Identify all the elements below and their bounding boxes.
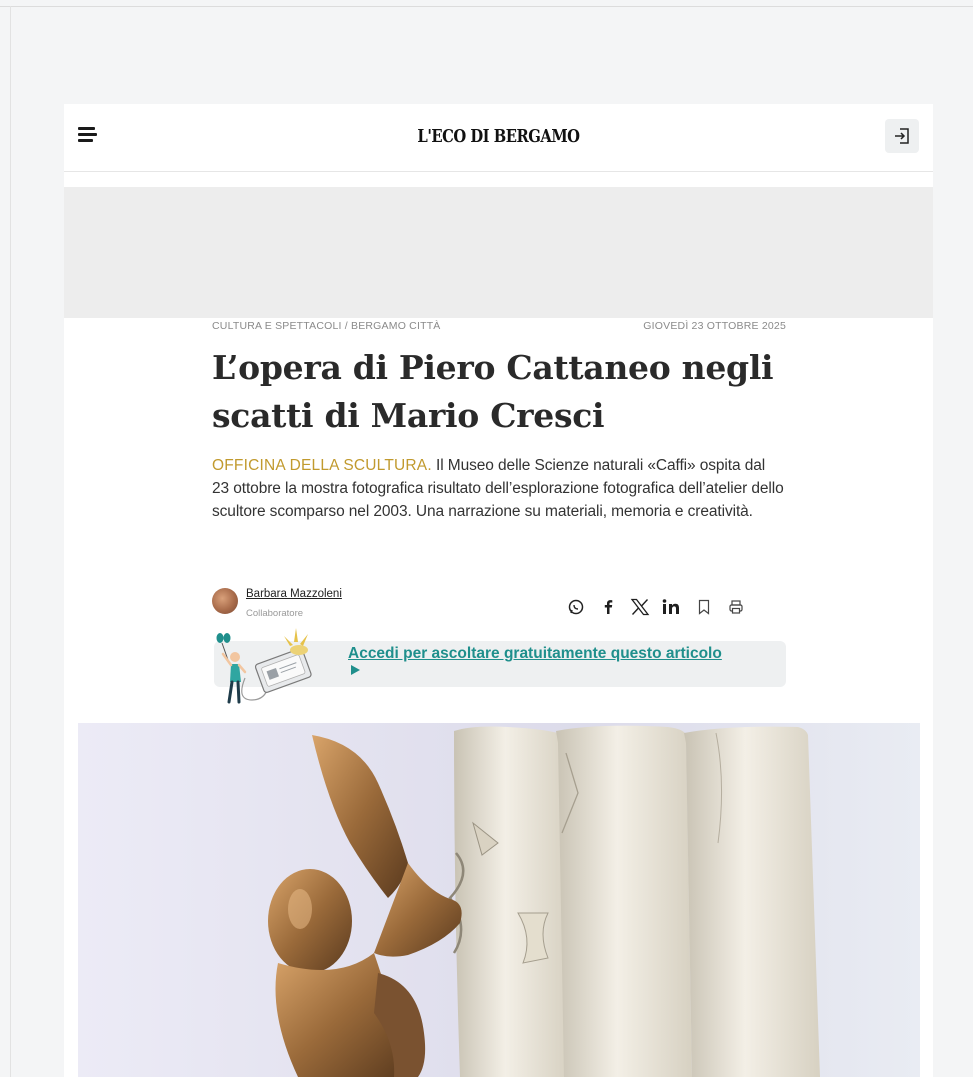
article-page: L'ECO DI BERGAMO CULTURA E SPETTACOLI / … bbox=[64, 104, 933, 1077]
author-block: Barbara Mazzoleni Collaboratore bbox=[212, 588, 452, 624]
site-logo[interactable]: L'ECO DI BERGAMO bbox=[142, 126, 855, 147]
site-header: L'ECO DI BERGAMO bbox=[64, 104, 933, 172]
article-summary: OFFICINA DELLA SCULTURA. Il Museo delle … bbox=[212, 454, 786, 523]
advertisement-slot bbox=[64, 187, 933, 318]
author-name[interactable]: Barbara Mazzoleni bbox=[246, 588, 342, 600]
publish-date: GIOVEDÌ 23 OTTOBRE 2025 bbox=[643, 320, 786, 332]
facebook-icon[interactable] bbox=[596, 595, 620, 619]
section-breadcrumb[interactable]: CULTURA E SPETTACOLI / BERGAMO CITTÀ bbox=[212, 320, 441, 332]
author-role: Collaboratore bbox=[246, 608, 304, 619]
share-bar bbox=[564, 594, 748, 620]
login-button[interactable] bbox=[885, 119, 919, 153]
print-icon[interactable] bbox=[724, 595, 748, 619]
bookmark-icon[interactable] bbox=[692, 595, 716, 619]
article-title: L’opera di Piero Cattaneo negli scatti d… bbox=[212, 348, 774, 435]
audio-link-label: Accedi per ascoltare gratuitamente quest… bbox=[348, 645, 722, 662]
sculpture-photo bbox=[78, 723, 920, 1077]
hero-image[interactable] bbox=[78, 723, 920, 1077]
summary-kicker: OFFICINA DELLA SCULTURA. bbox=[212, 457, 432, 474]
play-icon bbox=[351, 665, 360, 675]
browser-frame-top bbox=[0, 0, 973, 7]
audio-listen-link[interactable]: Accedi per ascoltare gratuitamente quest… bbox=[348, 646, 728, 678]
hamburger-menu-icon[interactable] bbox=[78, 127, 100, 147]
x-icon[interactable] bbox=[628, 595, 652, 619]
article-meta: CULTURA E SPETTACOLI / BERGAMO CITTÀ GIO… bbox=[212, 320, 786, 336]
login-arrow-icon bbox=[895, 128, 909, 144]
linkedin-icon[interactable] bbox=[660, 595, 684, 619]
browser-frame-left bbox=[10, 6, 11, 1077]
avatar[interactable] bbox=[212, 588, 238, 614]
listening-illustration-icon bbox=[216, 628, 312, 704]
whatsapp-icon[interactable] bbox=[564, 595, 588, 619]
